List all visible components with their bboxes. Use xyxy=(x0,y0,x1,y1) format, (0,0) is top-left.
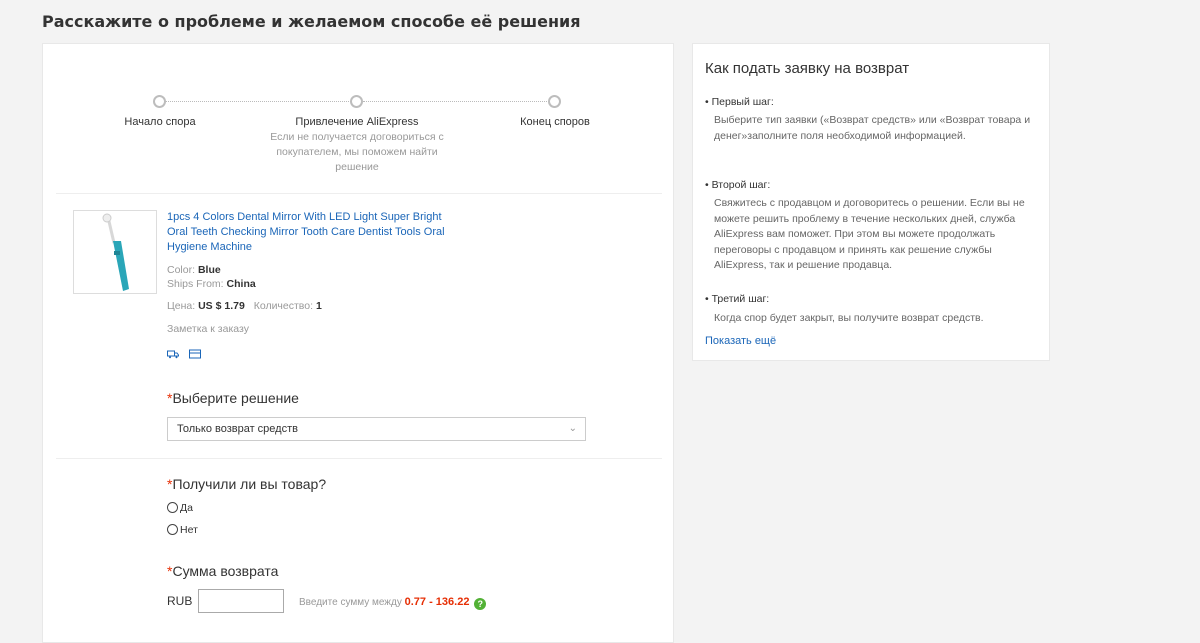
solution-selected-value: Только возврат средств xyxy=(177,423,298,435)
step-dot-start xyxy=(153,95,166,108)
help-panel-title: Как подать заявку на возврат xyxy=(705,60,910,77)
help-step-text: Выберите тип заявки («Возврат средств» и… xyxy=(714,114,1031,142)
received-label-text: Получили ли вы товар? xyxy=(172,476,327,492)
help-step-title: • Третий шаг: xyxy=(705,293,770,305)
price-value: US $ 1.79 xyxy=(198,300,245,312)
radio-no[interactable]: Нет xyxy=(167,524,198,536)
dispute-progress: Начало спора Привлечение AliExpress Коне… xyxy=(43,44,675,194)
product-color: Color: Blue xyxy=(167,264,221,276)
radio-circle[interactable] xyxy=(167,524,178,535)
step-dot-end xyxy=(548,95,561,108)
order-note-label: Заметка к заказу xyxy=(167,323,249,335)
qty-label: Количество: xyxy=(253,300,314,312)
truck-icon[interactable] xyxy=(167,349,179,359)
step-connector xyxy=(363,101,549,102)
ships-label: Ships From: xyxy=(167,278,224,290)
divider xyxy=(56,193,662,194)
refund-label: *Сумма возврата xyxy=(167,563,278,579)
color-value: Blue xyxy=(197,264,221,276)
step-dot-aliexpress xyxy=(350,95,363,108)
refund-hint-text: Введите сумму между xyxy=(299,597,402,608)
help-step-text: Когда спор будет закрыт, вы получите воз… xyxy=(714,312,984,324)
help-step-text: Свяжитесь с продавцом и договоритесь о р… xyxy=(714,197,1025,271)
chevron-down-icon: ⌄ xyxy=(568,423,577,434)
product-thumbnail[interactable] xyxy=(73,210,157,294)
page-title: Расскажите о проблеме и желаемом способе… xyxy=(42,12,581,31)
step-label-end: Конец споров xyxy=(520,116,590,128)
refund-hint: Введите сумму между 0.77 - 136.22 ? xyxy=(299,596,487,610)
dispute-form-card: Начало спора Привлечение AliExpress Коне… xyxy=(42,43,674,643)
dental-mirror-image xyxy=(102,213,129,291)
help-step-title: • Второй шаг: xyxy=(705,179,771,191)
step-label-aliexpress: Привлечение AliExpress xyxy=(295,116,419,128)
qty-value: 1 xyxy=(315,300,322,312)
refund-amount-input[interactable] xyxy=(198,589,284,613)
radio-no-label: Нет xyxy=(180,524,198,536)
step-label-start: Начало спора xyxy=(124,116,196,128)
product-title-link[interactable]: 1pcs 4 Colors Dental Mirror With LED Lig… xyxy=(167,210,457,255)
price-label: Цена: xyxy=(167,300,196,312)
radio-circle[interactable] xyxy=(167,502,178,513)
help-step-title: • Первый шаг: xyxy=(705,96,774,108)
received-label: *Получили ли вы товар? xyxy=(167,476,326,492)
divider xyxy=(56,458,662,459)
ships-value: China xyxy=(226,278,256,290)
step-description: Если не получается договориться с покупа… xyxy=(270,131,444,173)
currency-label: RUB xyxy=(167,594,193,608)
radio-yes-label: Да xyxy=(180,502,193,514)
refund-range: 0.77 - 136.22 xyxy=(404,596,470,608)
solution-label-text: Выберите решение xyxy=(172,390,299,406)
solution-label: *Выберите решение xyxy=(167,390,299,406)
radio-yes[interactable]: Да xyxy=(167,502,193,514)
step-connector xyxy=(165,101,351,102)
product-price-qty: Цена: US $ 1.79 Количество: 1 xyxy=(167,300,322,312)
refund-label-text: Сумма возврата xyxy=(172,563,279,579)
refund-help-panel: Как подать заявку на возврат • Первый ша… xyxy=(692,43,1050,361)
help-icon[interactable]: ? xyxy=(474,598,487,610)
card-icon[interactable] xyxy=(189,349,201,359)
solution-select[interactable]: Только возврат средств ⌄ xyxy=(167,417,586,441)
show-more-link[interactable]: Показать ещё xyxy=(705,335,776,347)
product-ships-from: Ships From: China xyxy=(167,278,256,290)
color-label: Color: xyxy=(167,264,196,276)
